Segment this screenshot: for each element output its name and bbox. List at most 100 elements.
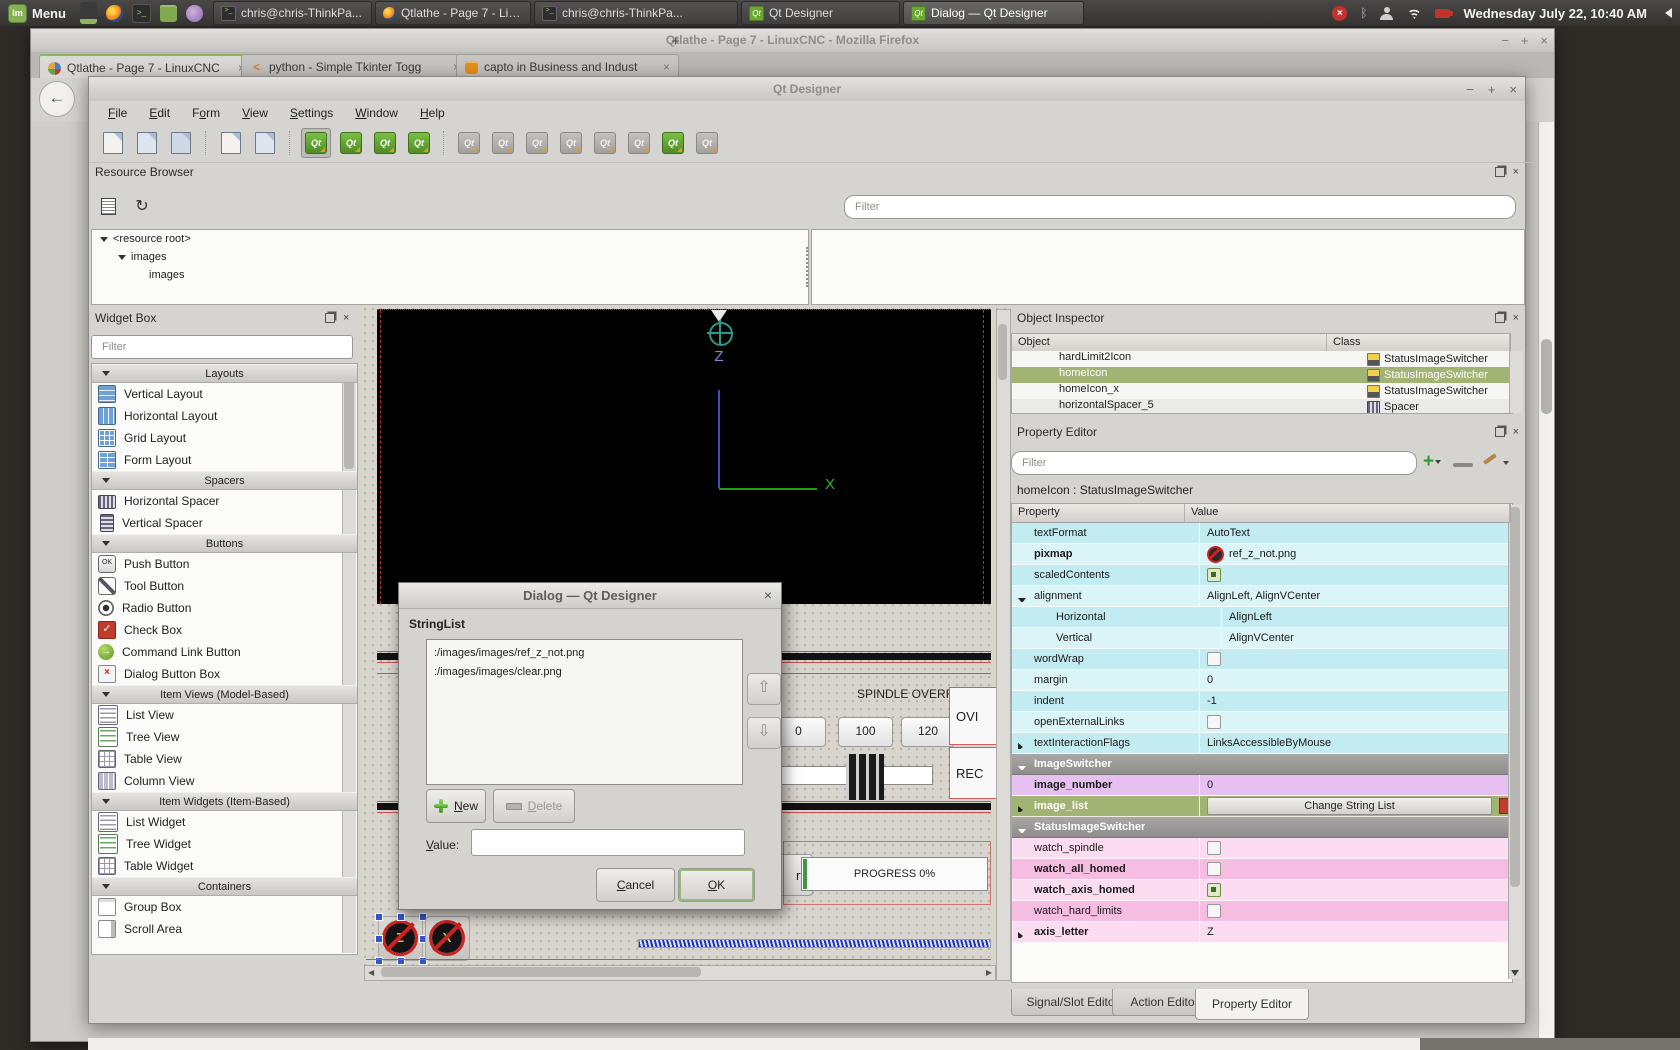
layout-splitter-v-icon[interactable]: Qt — [591, 129, 619, 157]
remove-property-icon[interactable] — [1453, 463, 1473, 467]
delete-button[interactable]: Delete — [493, 789, 575, 823]
ok-button[interactable]: OK — [678, 868, 755, 902]
scrollbar-thumb[interactable] — [1510, 507, 1520, 887]
chevron-down-icon[interactable] — [100, 237, 108, 242]
widget-box-dock-buttons[interactable]: × — [325, 313, 349, 323]
string-list-item[interactable]: :/images/images/clear.png — [427, 663, 742, 682]
firefox-window-controls[interactable]: −+× — [1501, 29, 1548, 52]
edit-buddies-icon[interactable]: Qt — [371, 129, 399, 157]
resource-filter-input[interactable] — [844, 195, 1516, 219]
property-row[interactable]: watch_spindle — [1012, 838, 1512, 859]
clock[interactable]: Wednesday July 22, 10:40 AM — [1463, 6, 1647, 21]
checkbox-unchecked[interactable] — [1207, 862, 1221, 876]
object-inspector-columns[interactable]: Object Class — [1011, 333, 1511, 353]
edit-taborder-icon[interactable]: Qt — [405, 129, 433, 157]
close-icon[interactable]: × — [1513, 428, 1519, 436]
menu-item-view[interactable]: View — [233, 104, 277, 122]
battery-icon[interactable] — [1435, 9, 1450, 18]
user-icon[interactable] — [1380, 7, 1393, 20]
back-button[interactable]: ← — [39, 81, 75, 117]
property-value[interactable]: 0 — [1199, 670, 1512, 690]
layout-form-icon[interactable]: Qt — [659, 129, 687, 157]
checkbox-checked[interactable] — [1207, 568, 1221, 582]
taskbar-window-button[interactable]: Qtlathe - Page 7 - Lin... — [375, 1, 531, 25]
copy-icon[interactable] — [217, 129, 245, 157]
menu-item-window[interactable]: Window — [346, 104, 407, 122]
property-row[interactable]: image_number0 — [1012, 775, 1512, 796]
property-editor-dock-buttons[interactable]: × — [1495, 427, 1519, 437]
widget-item[interactable]: Horizontal Layout — [92, 405, 357, 427]
qt-window-controls[interactable]: −+× — [1466, 77, 1517, 101]
property-value[interactable] — [1199, 649, 1512, 669]
widget-section-header[interactable]: Layouts — [92, 364, 357, 383]
rec-button[interactable]: REC — [949, 747, 999, 799]
messenger-icon[interactable] — [186, 5, 203, 22]
mint-menu-button[interactable]: lm Menu — [0, 0, 74, 26]
value-input[interactable] — [471, 829, 745, 856]
tree-item[interactable]: <resource root> — [92, 230, 808, 248]
cancel-button[interactable]: Cancel — [596, 868, 675, 902]
property-row[interactable]: watch_all_homed — [1012, 859, 1512, 880]
checkbox-unchecked[interactable] — [1207, 715, 1221, 729]
property-value[interactable] — [1199, 838, 1512, 858]
tab-action-editor[interactable]: Action Editor — [1112, 989, 1217, 1016]
widget-item[interactable]: Horizontal Spacer — [92, 490, 357, 512]
widget-item[interactable]: Radio Button — [92, 597, 357, 619]
object-inspector-scrollbar[interactable] — [1509, 351, 1523, 413]
widget-section-header[interactable]: Spacers — [92, 471, 357, 490]
property-value[interactable]: Change String List — [1199, 796, 1512, 816]
override-limits-button[interactable]: OVI — [949, 687, 999, 745]
property-value[interactable] — [1199, 565, 1512, 585]
property-row[interactable]: scaledContents — [1012, 565, 1512, 586]
menu-item-edit[interactable]: Edit — [140, 104, 179, 122]
chevron-right-icon[interactable] — [1018, 806, 1023, 812]
widget-item[interactable]: Tool Button — [92, 575, 357, 597]
scrollbar-thumb[interactable] — [998, 324, 1007, 380]
chevron-right-icon[interactable] — [1018, 932, 1023, 938]
property-row[interactable]: indent-1 — [1012, 691, 1512, 712]
resource-browser-dock-buttons[interactable]: × — [1495, 167, 1519, 177]
property-row[interactable]: axis_letterZ — [1012, 922, 1512, 943]
status-image-widget[interactable]: Z — [378, 916, 423, 961]
minimize-icon[interactable]: − — [1501, 33, 1509, 48]
add-property-icon[interactable]: + — [1419, 451, 1445, 475]
float-icon[interactable] — [325, 313, 335, 323]
widget-item[interactable]: Check Box — [92, 619, 357, 641]
widget-box-scrollbar[interactable] — [342, 365, 356, 953]
firefox-icon[interactable] — [106, 5, 123, 22]
widget-section-header[interactable]: Containers — [92, 877, 357, 896]
property-editor-columns[interactable]: Property Value — [1011, 503, 1511, 523]
chevron-right-icon[interactable] — [1018, 743, 1023, 749]
property-row[interactable]: textInteractionFlagsLinksAccessibleByMou… — [1012, 733, 1512, 754]
edit-widgets-icon[interactable]: Qt — [301, 128, 331, 158]
break-layout-icon[interactable]: Qt — [693, 129, 721, 157]
files-icon[interactable] — [160, 5, 177, 22]
chevron-down-icon[interactable] — [1018, 598, 1026, 602]
object-inspector-row[interactable]: homeIconStatusImageSwitcher — [1012, 367, 1512, 383]
override-button[interactable]: 100 — [838, 717, 893, 747]
edit-signals-icon[interactable]: Qt — [337, 129, 365, 157]
property-value[interactable] — [1199, 901, 1512, 921]
close-icon[interactable]: × — [1513, 168, 1519, 176]
object-inspector-row[interactable]: hardLimit2IconStatusImageSwitcher — [1012, 351, 1512, 367]
show-desktop-icon[interactable] — [80, 2, 97, 24]
close-icon[interactable]: × — [764, 583, 772, 608]
checkbox-unchecked[interactable] — [1207, 652, 1221, 666]
widget-item[interactable]: Tree View — [92, 726, 357, 748]
property-value[interactable]: Z — [1199, 922, 1512, 942]
maximize-icon[interactable]: + — [1488, 82, 1496, 97]
widget-item[interactable]: Vertical Layout — [92, 383, 357, 405]
close-icon[interactable]: × — [343, 314, 349, 322]
widget-section-header[interactable]: Item Widgets (Item-Based) — [92, 792, 357, 811]
slider-handle[interactable] — [841, 751, 889, 803]
property-value[interactable]: -1 — [1199, 691, 1512, 711]
widget-item[interactable]: Command Link Button — [92, 641, 357, 663]
property-row[interactable]: watch_hard_limits — [1012, 901, 1512, 922]
menu-item-file[interactable]: File — [99, 104, 136, 122]
widget-item[interactable]: Column View — [92, 770, 357, 792]
close-icon[interactable]: × — [663, 60, 670, 74]
property-row[interactable]: image_listChange String List — [1012, 796, 1512, 817]
move-up-button[interactable]: ⇧ — [747, 673, 781, 705]
float-icon[interactable] — [1495, 313, 1505, 323]
property-value[interactable] — [1199, 859, 1512, 879]
